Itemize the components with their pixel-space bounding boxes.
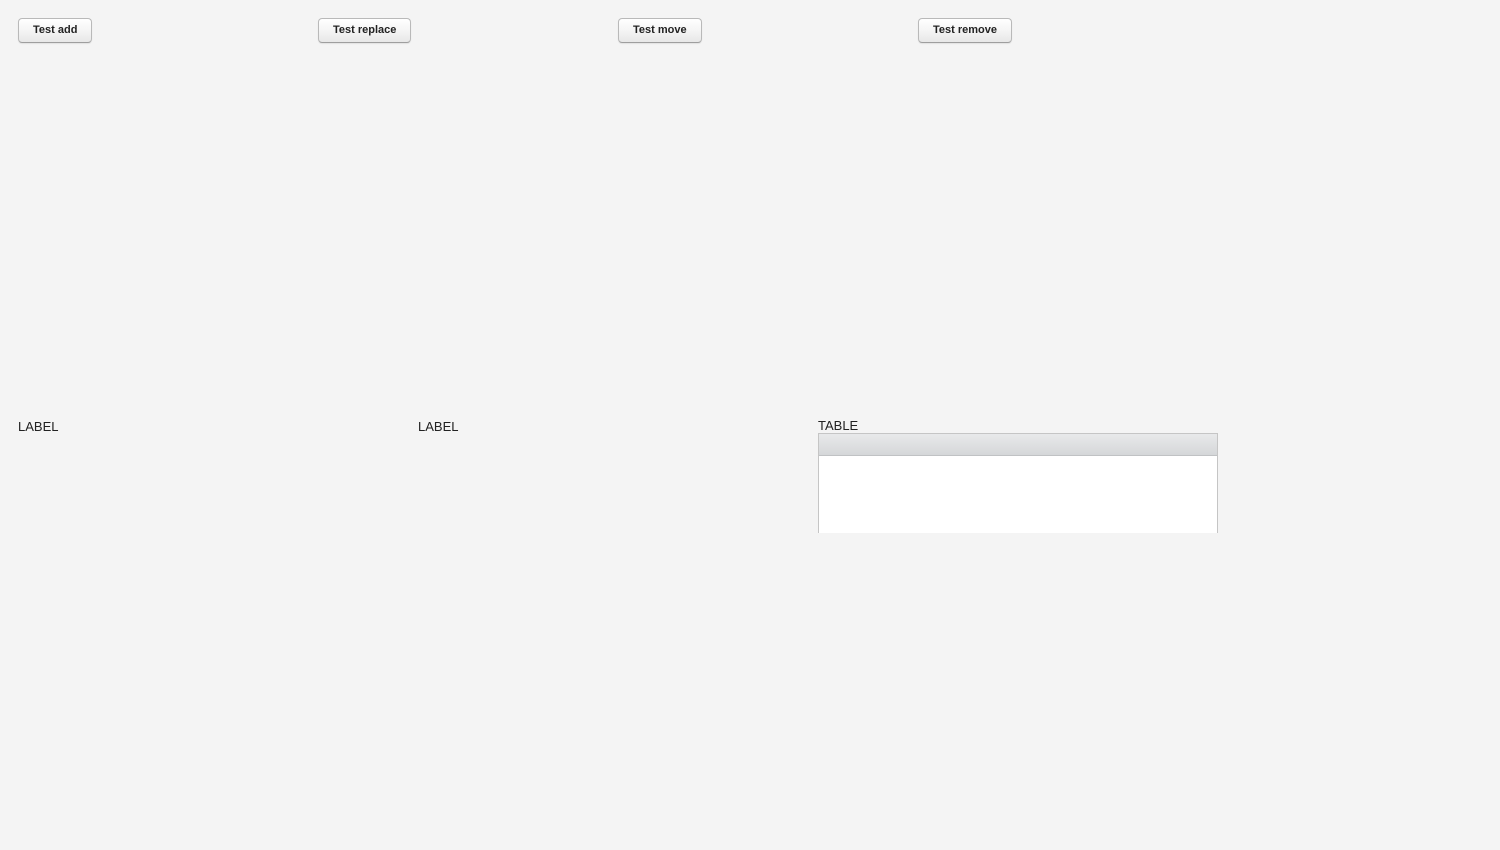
label-first: LABEL <box>18 419 59 434</box>
table-header[interactable] <box>819 434 1217 456</box>
table-body[interactable] <box>819 456 1217 533</box>
label-second: LABEL <box>418 419 459 434</box>
table-caption: TABLE <box>818 418 859 433</box>
test-remove-button[interactable]: Test remove <box>918 18 1012 43</box>
test-add-button[interactable]: Test add <box>18 18 93 43</box>
table[interactable] <box>818 433 1218 533</box>
test-move-button[interactable]: Test move <box>618 18 702 43</box>
test-replace-button[interactable]: Test replace <box>318 18 412 43</box>
